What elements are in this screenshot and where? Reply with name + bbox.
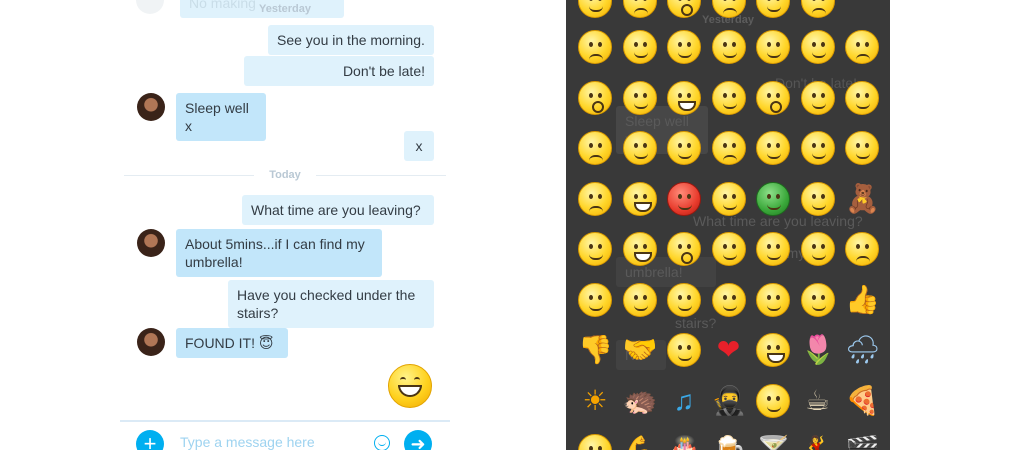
party-emoticon[interactable] [667, 131, 701, 165]
sick-emoticon[interactable] [756, 181, 790, 216]
dancer-icon[interactable]: 💃 [801, 434, 836, 450]
message-bubble: x [404, 131, 434, 161]
doh-emoticon[interactable] [800, 181, 835, 216]
clock-emoticon[interactable] [578, 434, 612, 450]
message-bubble: About 5mins...if I can find my umbrella! [176, 229, 382, 277]
squint-emoticon[interactable] [845, 80, 879, 115]
angel-emoticon[interactable] [711, 181, 746, 216]
message-bubble: Have you checked under the stairs? [228, 280, 434, 328]
message-bubble: Sleep well x [176, 93, 266, 141]
smile-emoticon[interactable] [578, 0, 612, 18]
beer-icon[interactable]: 🍺 [712, 434, 747, 450]
teddy-bear-icon[interactable]: 🧸 [845, 182, 880, 216]
puke-emoticon[interactable] [800, 80, 835, 115]
surprised-emoticon[interactable] [667, 0, 701, 18]
blush-emoticon[interactable] [756, 30, 790, 64]
worried-emoticon[interactable] [578, 30, 612, 64]
frown-emoticon[interactable] [578, 131, 612, 165]
smile-emoticon[interactable] [622, 30, 657, 64]
laugh-hand-emoticon[interactable] [622, 181, 657, 216]
wave-hand-emoticon[interactable] [756, 282, 790, 317]
emoticon-picker: Yesterday Don't be late! Sleep well x Wh… [566, 0, 890, 450]
muscle-icon[interactable]: 💪 [623, 434, 658, 450]
giggle-emoticon[interactable] [622, 232, 657, 266]
wink-hand-emoticon[interactable] [711, 80, 746, 115]
heart-icon[interactable]: ❤ [712, 333, 746, 367]
coffee-icon[interactable]: ☕ [801, 384, 835, 418]
clapping-emoticon[interactable] [756, 232, 790, 266]
mouth-taped-emoticon[interactable] [845, 131, 879, 165]
rain-cloud-icon[interactable]: 🌧 [845, 333, 881, 367]
angry-emoticon[interactable] [667, 181, 701, 216]
message-bubble: Don't be late! [244, 56, 434, 86]
sun-icon[interactable]: ☀ [578, 384, 612, 418]
message-bubble: FOUND IT! 😇 [176, 328, 288, 358]
contact-avatar[interactable] [137, 93, 165, 121]
cool-emoticon[interactable] [578, 232, 612, 266]
raised-eyebrow-emoticon[interactable] [800, 30, 835, 64]
contact-avatar[interactable] [137, 229, 165, 257]
sweat-emoticon[interactable] [800, 0, 835, 18]
frown-emoticon[interactable] [622, 0, 657, 18]
nod-emoticon[interactable] [667, 333, 701, 367]
ninja-emoticon[interactable] [800, 282, 835, 317]
cocktail-icon[interactable]: 🍸 [756, 434, 791, 450]
plus-icon[interactable]: + [136, 430, 164, 450]
speechless-emoticon[interactable] [578, 80, 612, 115]
day-divider [316, 175, 446, 176]
movie-icon[interactable]: 🎬 [845, 434, 880, 450]
sleepy-emoticon[interactable] [845, 30, 879, 64]
handshake-icon[interactable]: 🤝 [623, 333, 658, 367]
pizza-icon[interactable]: 🍕 [845, 384, 880, 418]
cake-icon[interactable]: 🎂 [667, 434, 702, 450]
smirk-emoticon[interactable] [756, 131, 790, 165]
message-bubble: What time are you leaving? [242, 195, 434, 225]
toast-emoticon[interactable] [756, 383, 790, 418]
sweat-hand-emoticon[interactable] [578, 181, 612, 216]
smiley-icon[interactable] [374, 435, 390, 450]
relieved-emoticon[interactable] [578, 282, 612, 317]
eye-roll-emoticon[interactable] [711, 232, 746, 266]
wondering-emoticon[interactable] [711, 282, 746, 317]
thumbs-down-icon[interactable]: 👎 [578, 333, 613, 367]
thinking-emoticon[interactable] [622, 131, 657, 165]
yawn-emoticon[interactable] [756, 80, 790, 115]
tongue-out-emoticon[interactable] [711, 30, 746, 64]
nerd-emoticon[interactable] [800, 131, 835, 165]
smug-emoticon[interactable] [622, 282, 657, 317]
message-composer: + Type a message here ➜ [120, 420, 450, 450]
shock-emoticon[interactable] [667, 232, 701, 266]
in-love-emoticon[interactable] [622, 80, 657, 115]
thumbs-up-icon[interactable]: 👍 [845, 283, 880, 317]
day-separator-yesterday: Yesterday [259, 3, 311, 15]
arrow-right-icon[interactable]: ➜ [404, 430, 432, 450]
big-grin-emoticon [388, 364, 432, 408]
hmm-emoticon[interactable] [667, 282, 701, 317]
hedgehog-icon[interactable]: 🦔 [623, 384, 658, 418]
kiss-emoticon[interactable] [667, 30, 701, 64]
grin-emoticon[interactable] [667, 80, 701, 115]
chat-panel: No making Yesterday See you in the morni… [120, 0, 450, 450]
sleepy-mask-emoticon[interactable] [845, 232, 879, 266]
wave-emoticon[interactable] [800, 232, 835, 266]
message-bubble: See you in the morning. [268, 25, 434, 55]
bandit-icon[interactable]: 🥷 [712, 384, 747, 418]
contact-avatar[interactable] [137, 328, 165, 356]
message-input[interactable]: Type a message here [180, 434, 315, 450]
rofl-emoticon[interactable] [756, 333, 790, 367]
worried-emoticon[interactable] [711, 131, 746, 165]
wink-emoticon[interactable] [756, 0, 790, 18]
flower-icon[interactable]: 🌷 [801, 333, 836, 367]
music-note-icon[interactable]: ♫ [667, 384, 701, 418]
